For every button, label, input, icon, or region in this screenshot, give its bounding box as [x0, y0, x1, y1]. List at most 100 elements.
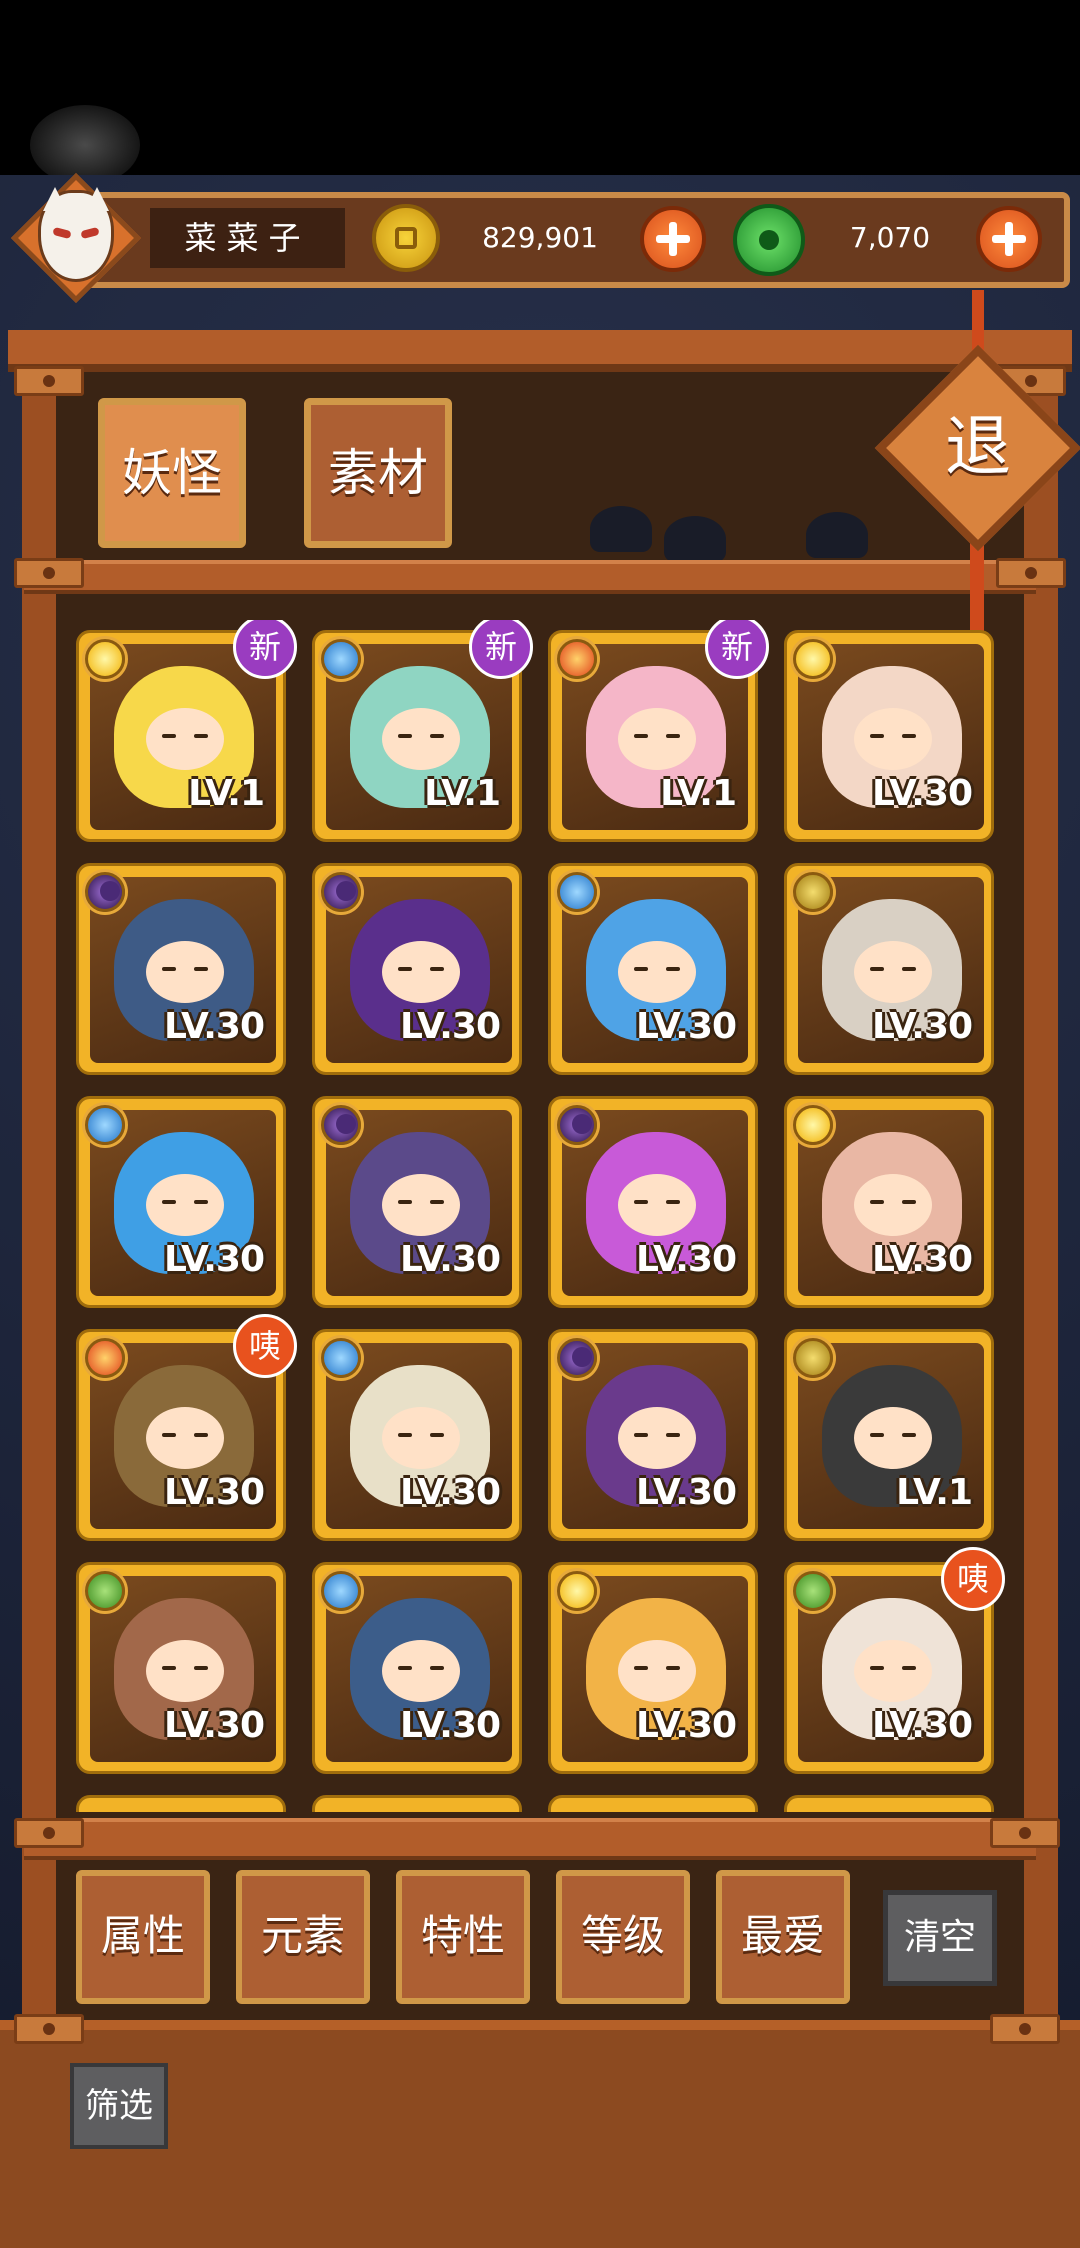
- monster-level: LV.30: [164, 1239, 265, 1280]
- monster-card[interactable]: LV.30: [784, 863, 994, 1075]
- earth-element-icon: [793, 1338, 833, 1378]
- mask-ear-left: [43, 187, 67, 211]
- monster-level: LV.1: [896, 1472, 973, 1513]
- bracket: [14, 2014, 84, 2044]
- monster-card[interactable]: LV.1 新: [548, 620, 769, 842]
- monster-face: [854, 708, 932, 770]
- monster-card[interactable]: LV.30: [76, 863, 286, 1075]
- bracket: [990, 1818, 1060, 1848]
- fire-element-icon: [85, 1338, 125, 1378]
- filter-level-button[interactable]: 等级: [556, 1870, 690, 2004]
- monster-card[interactable]: LV.30: [312, 1562, 522, 1774]
- shelf-top-beam: [8, 330, 1072, 372]
- monster-card[interactable]: LV.30 咦: [76, 1314, 297, 1541]
- shadow-creature: [590, 506, 652, 552]
- monster-card[interactable]: LV.1 新: [312, 620, 533, 842]
- monster-card[interactable]: LV.30: [312, 863, 522, 1075]
- monster-face: [618, 1640, 696, 1702]
- monster-grid: LV.1 新 LV.1 新 LV.1 新 LV.30 LV.30 LV.30 LV.30 LV.30…: [58, 620, 1022, 1812]
- awaken-badge: 咦: [941, 1547, 1005, 1611]
- status-area: [0, 0, 1080, 175]
- monster-card[interactable]: [548, 1795, 758, 1812]
- clear-button[interactable]: 清空: [883, 1890, 997, 1986]
- player-avatar[interactable]: [10, 172, 142, 304]
- monster-face: [146, 941, 224, 1003]
- monster-face: [854, 941, 932, 1003]
- monster-card[interactable]: [784, 1795, 994, 1812]
- light-element-icon: [557, 1571, 597, 1611]
- monster-face: [382, 941, 460, 1003]
- monster-level: LV.30: [636, 1705, 737, 1746]
- monster-card[interactable]: LV.30: [312, 1096, 522, 1308]
- dark-element-icon: [321, 872, 361, 912]
- monster-card[interactable]: LV.30: [312, 1329, 522, 1541]
- filter-element-button[interactable]: 元素: [236, 1870, 370, 2004]
- monster-face: [146, 708, 224, 770]
- bracket: [14, 558, 84, 588]
- monster-card[interactable]: [76, 1795, 286, 1812]
- monster-face: [146, 1174, 224, 1236]
- gold-coin-icon: [372, 204, 440, 272]
- add-coins-button[interactable]: [640, 206, 706, 272]
- tab-materials[interactable]: 素材: [304, 398, 452, 548]
- monster-card[interactable]: LV.30: [784, 1096, 994, 1308]
- filter-favorite-button[interactable]: 最爱: [716, 1870, 850, 2004]
- monster-card[interactable]: LV.30: [76, 1096, 286, 1308]
- monster-card[interactable]: LV.1: [784, 1329, 994, 1541]
- monster-card[interactable]: LV.30: [76, 1562, 286, 1774]
- dark-element-icon: [85, 872, 125, 912]
- monster-face: [618, 941, 696, 1003]
- bracket: [14, 1818, 84, 1848]
- monster-level: LV.30: [872, 1239, 973, 1280]
- new-badge: 新: [705, 620, 769, 679]
- monster-level: LV.30: [164, 1006, 265, 1047]
- monster-face: [854, 1174, 932, 1236]
- monster-card[interactable]: [312, 1795, 522, 1812]
- monster-face: [146, 1407, 224, 1469]
- monster-face: [382, 1640, 460, 1702]
- monster-level: LV.30: [636, 1472, 737, 1513]
- coin-count: 829,901: [482, 221, 598, 254]
- monster-card[interactable]: LV.1 新: [76, 620, 297, 842]
- fox-mask-icon: [38, 187, 114, 282]
- monster-card[interactable]: LV.30 咦: [784, 1547, 1005, 1774]
- blurred-area: [30, 105, 140, 185]
- monster-card[interactable]: LV.30: [548, 863, 758, 1075]
- monster-level: LV.30: [400, 1705, 501, 1746]
- monster-level: LV.30: [400, 1239, 501, 1280]
- shelf-post-left: [22, 370, 56, 2030]
- screen-button[interactable]: 筛选: [70, 2063, 168, 2149]
- filter-trait-button[interactable]: 特性: [396, 1870, 530, 2004]
- filter-attribute-button[interactable]: 属性: [76, 1870, 210, 2004]
- monster-level: LV.1: [188, 773, 265, 814]
- monster-level: LV.30: [872, 1705, 973, 1746]
- awaken-badge: 咦: [233, 1314, 297, 1378]
- dark-element-icon: [557, 1338, 597, 1378]
- monster-level: LV.30: [164, 1705, 265, 1746]
- monster-level: LV.1: [660, 773, 737, 814]
- water-element-icon: [85, 1105, 125, 1145]
- water-element-icon: [321, 1571, 361, 1611]
- tab-monsters[interactable]: 妖怪: [98, 398, 246, 548]
- fire-element-icon: [557, 639, 597, 679]
- earth-element-icon: [793, 872, 833, 912]
- monster-card[interactable]: LV.30: [548, 1329, 758, 1541]
- monster-level: LV.1: [424, 773, 501, 814]
- bracket: [14, 366, 84, 396]
- monster-face: [618, 708, 696, 770]
- light-element-icon: [85, 639, 125, 679]
- monster-level: LV.30: [872, 1006, 973, 1047]
- shadow-creature: [664, 516, 726, 562]
- monster-card[interactable]: LV.30: [548, 1562, 758, 1774]
- wood-element-icon: [793, 1571, 833, 1611]
- exit-label[interactable]: 退: [905, 402, 1051, 492]
- player-name: 菜菜子: [150, 208, 345, 268]
- monster-face: [618, 1407, 696, 1469]
- add-gems-button[interactable]: [976, 206, 1042, 272]
- new-badge: 新: [469, 620, 533, 679]
- monster-card[interactable]: LV.30: [784, 630, 994, 842]
- monster-level: LV.30: [400, 1006, 501, 1047]
- monster-card[interactable]: LV.30: [548, 1096, 758, 1308]
- light-element-icon: [793, 639, 833, 679]
- new-badge: 新: [233, 620, 297, 679]
